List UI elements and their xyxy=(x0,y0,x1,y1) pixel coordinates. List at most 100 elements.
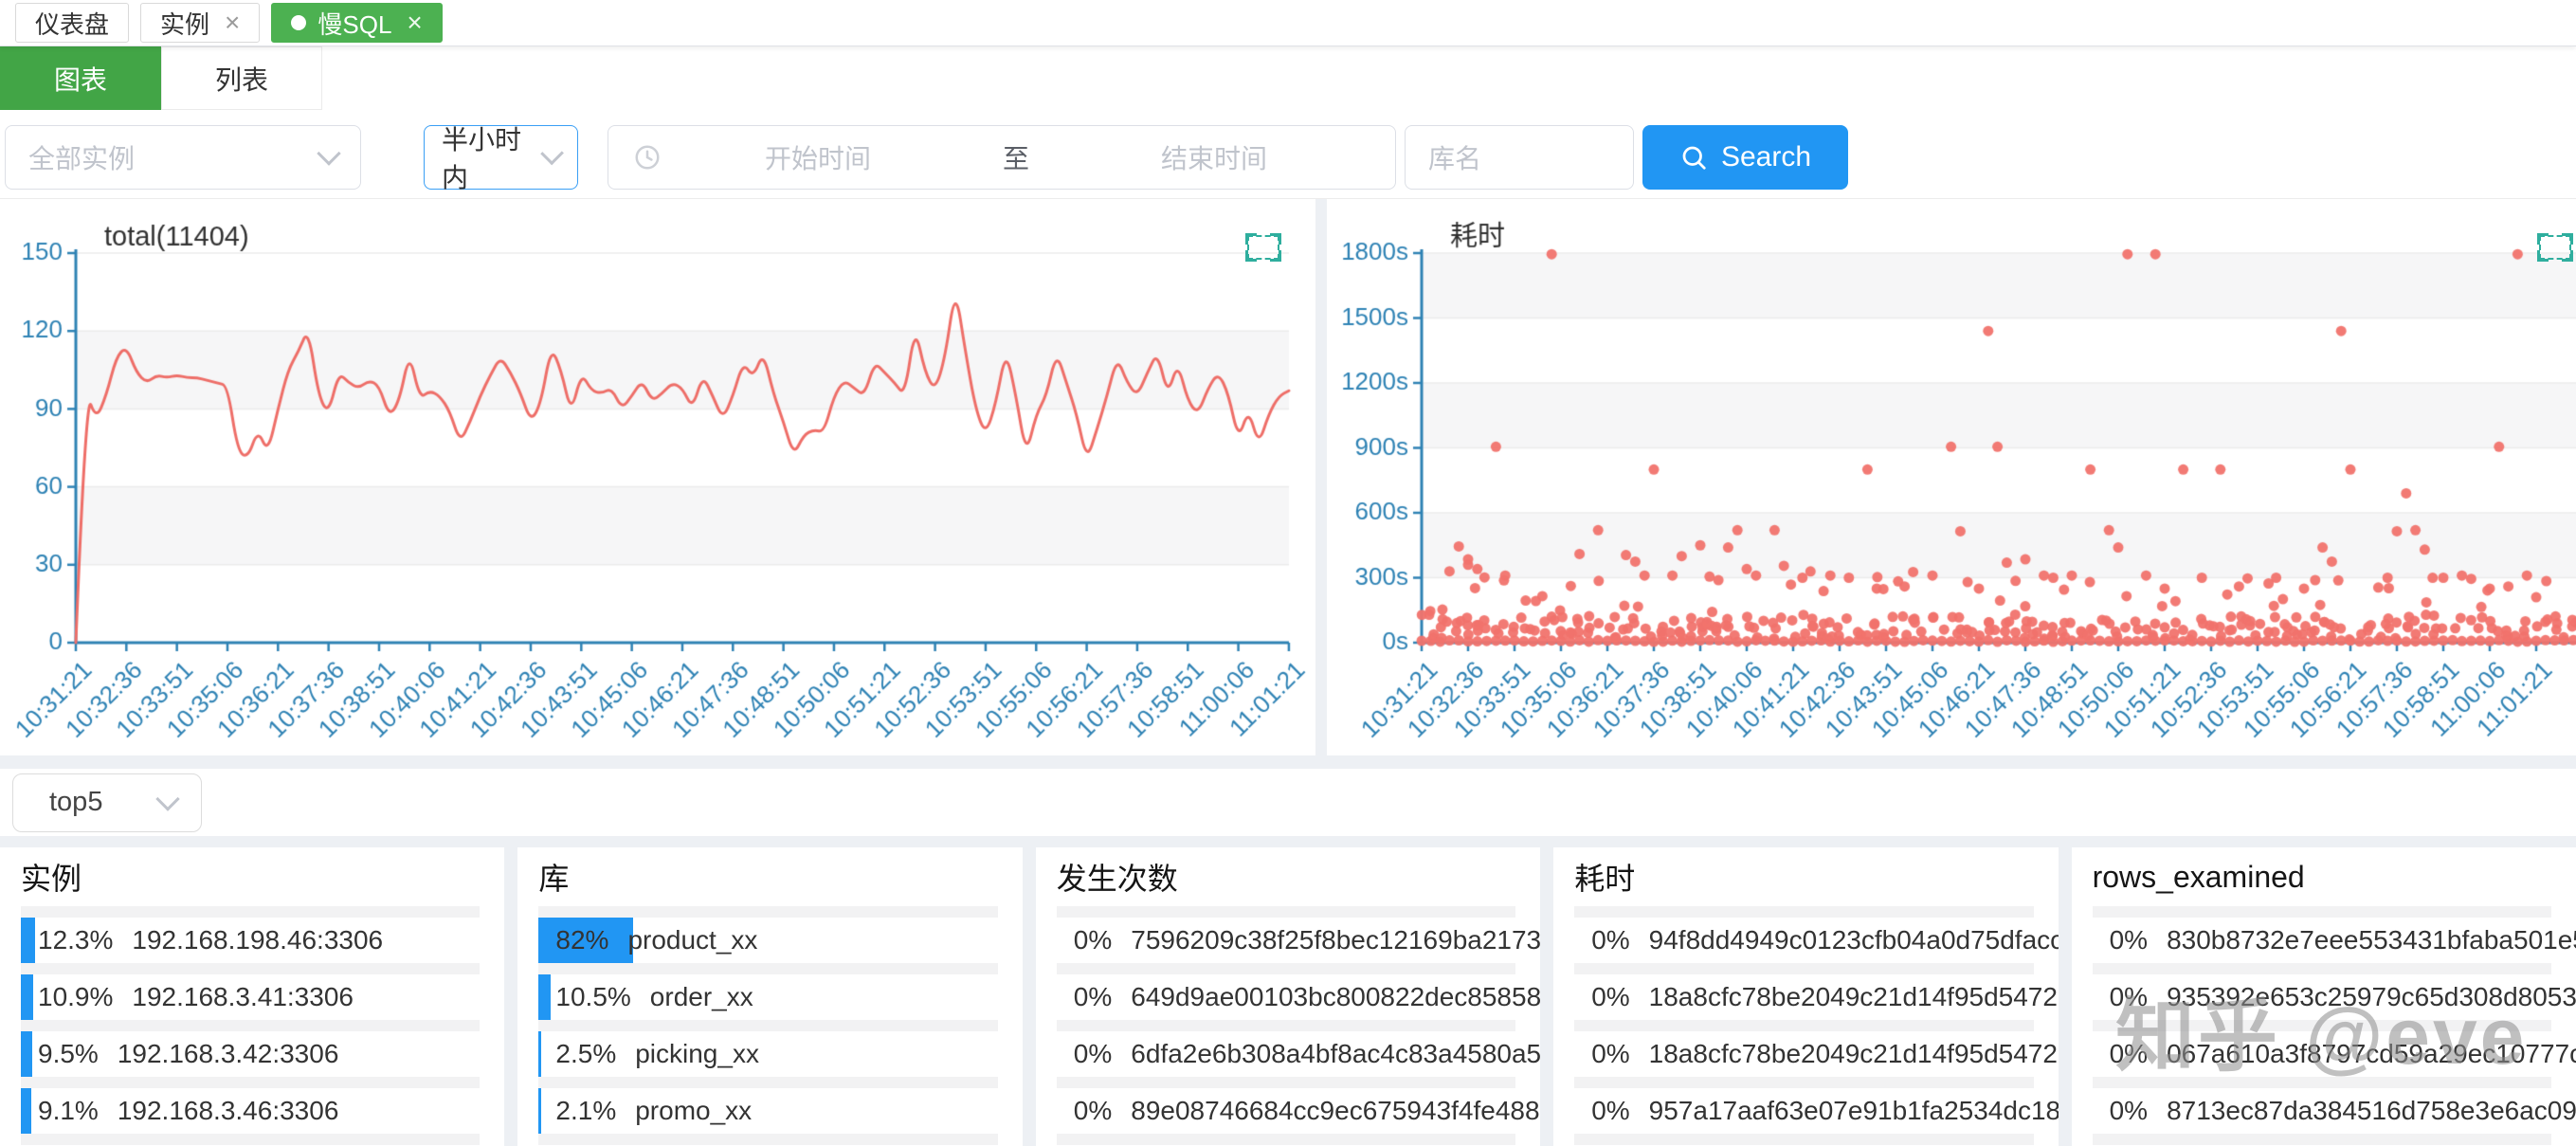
stat-column: 发生次数0%7596209c38f25f8bec12169ba2173fa40%… xyxy=(1036,847,1540,1146)
chevron-down-icon xyxy=(317,141,340,165)
stat-item-value: 8713ec87da384516d758e3e6ac09086d xyxy=(2167,1096,2576,1126)
top-tab-bar: 仪表盘 实例 × 慢SQL × xyxy=(0,0,2576,46)
clock-icon xyxy=(633,143,662,172)
stat-item-value: 7596209c38f25f8bec12169ba2173fa4 xyxy=(1131,925,1540,955)
top5-select[interactable]: top5 xyxy=(12,773,202,832)
row-separator xyxy=(1574,906,2033,918)
stat-item: 0%935392e653c25979c65d308d805309e4 xyxy=(2093,974,2551,1020)
search-button[interactable]: Search xyxy=(1642,125,1848,190)
box-select-icon[interactable] xyxy=(2539,235,2571,260)
end-time-input[interactable]: 结束时间 xyxy=(1058,138,1370,176)
stat-item-value: 830b8732e7eee553431bfaba501e524e xyxy=(2167,925,2576,955)
view-tabs: 图表 列表 xyxy=(0,46,2576,116)
stat-item-percent: 0% xyxy=(1074,925,1112,955)
stat-item-percent: 0% xyxy=(1074,1096,1112,1126)
stat-item-value: 94f8dd4949c0123cfb04a0d75dfacc82 xyxy=(1649,925,2059,955)
row-separator xyxy=(538,906,997,918)
stat-item: 0%7596209c38f25f8bec12169ba2173fa4 xyxy=(1057,918,1515,963)
row-separator xyxy=(2093,906,2551,918)
datetime-range-picker[interactable]: 开始时间 至 结束时间 xyxy=(608,125,1396,190)
tab-dashboard-label: 仪表盘 xyxy=(35,6,109,41)
row-separator xyxy=(2093,963,2551,974)
percentage-bar xyxy=(21,1031,32,1077)
stat-item-value: 6dfa2e6b308a4bf8ac4c83a4580a540d xyxy=(1131,1039,1540,1069)
stat-item: 9.5%192.168.3.42:3306 xyxy=(21,1031,480,1077)
section-divider xyxy=(0,836,2576,847)
row-separator xyxy=(1574,1134,2033,1145)
total-line-chart[interactable] xyxy=(0,199,1315,755)
close-icon[interactable]: × xyxy=(407,9,422,36)
stat-item-percent: 0% xyxy=(1591,925,1629,955)
stat-item-percent: 0% xyxy=(2110,925,2148,955)
stat-item-percent: 0% xyxy=(2110,982,2148,1012)
stat-item-value: 18a8cfc78be2049c21d14f95d54722b2 xyxy=(1649,982,2059,1012)
charts-section xyxy=(0,198,2576,755)
tab-slow-sql-label: 慢SQL xyxy=(317,6,391,41)
database-name-input[interactable]: 库名 xyxy=(1405,125,1634,190)
instance-select-placeholder: 全部实例 xyxy=(28,138,135,176)
stat-item: 0%8713ec87da384516d758e3e6ac09086d xyxy=(2093,1088,2551,1134)
stat-item: 0%830b8732e7eee553431bfaba501e524e xyxy=(2093,918,2551,963)
row-separator xyxy=(21,963,480,974)
tab-instance[interactable]: 实例 × xyxy=(140,3,260,43)
row-separator xyxy=(21,1020,480,1031)
stat-column: 耗时0%94f8dd4949c0123cfb04a0d75dfacc820%18… xyxy=(1553,847,2058,1146)
start-time-input[interactable]: 开始时间 xyxy=(662,138,974,176)
search-button-label: Search xyxy=(1721,141,1811,173)
instance-select[interactable]: 全部实例 xyxy=(5,125,361,190)
box-select-icon[interactable] xyxy=(1247,235,1279,260)
stat-item-percent: 9.5% xyxy=(38,1039,99,1069)
stat-column: rows_examined0%830b8732e7eee553431bfaba5… xyxy=(2072,847,2576,1146)
stat-item-value: 192.168.3.41:3306 xyxy=(132,982,354,1012)
chevron-down-icon xyxy=(155,787,179,810)
duration-chart-card xyxy=(1327,199,2576,755)
stat-column-header: rows_examined xyxy=(2093,847,2551,906)
stat-item-percent: 10.9% xyxy=(38,982,113,1012)
top5-row: top5 xyxy=(0,769,2576,836)
stat-item-value: 192.168.3.46:3306 xyxy=(118,1096,339,1126)
percentage-bar xyxy=(538,1031,541,1077)
time-range-select[interactable]: 半小时内 xyxy=(424,125,578,190)
stat-column: 库82%product_xx10.5%order_xx2.5%picking_x… xyxy=(517,847,1022,1146)
filter-bar: 全部实例 半小时内 开始时间 至 结束时间 库名 Search xyxy=(0,116,2576,198)
stat-item: 0%18a8cfc78be2049c21d14f95d54722b2 xyxy=(1574,974,2033,1020)
stat-item-percent: 0% xyxy=(1074,1039,1112,1069)
stat-item-percent: 0% xyxy=(1591,1039,1629,1069)
stat-column: 实例12.3%192.168.198.46:330610.9%192.168.3… xyxy=(0,847,504,1146)
stat-item-value: promo_xx xyxy=(635,1096,752,1126)
stat-item: 0%067a610a3f8797cd59a29ec10777c6e4 xyxy=(2093,1031,2551,1077)
stat-item-value: 18a8cfc78be2049c21d14f95d54722b2 xyxy=(1649,1039,2059,1069)
stat-item-percent: 2.5% xyxy=(555,1039,616,1069)
stat-item-value: 935392e653c25979c65d308d805309e4 xyxy=(2167,982,2576,1012)
stat-item: 0%94f8dd4949c0123cfb04a0d75dfacc82 xyxy=(1574,918,2033,963)
stat-item: 9.1% 192.168.3.46:3306 xyxy=(21,1088,480,1134)
stat-item: 2.5%picking_xx xyxy=(538,1031,997,1077)
stat-item-percent: 2.1% xyxy=(555,1096,616,1126)
row-separator xyxy=(1057,906,1515,918)
row-separator xyxy=(1057,1134,1515,1145)
stat-item-value: order_xx xyxy=(650,982,753,1012)
row-separator xyxy=(21,1077,480,1088)
search-icon xyxy=(1679,143,1708,172)
row-separator xyxy=(1574,963,2033,974)
tab-chart-view[interactable]: 图表 xyxy=(0,46,161,110)
stat-item-percent: 0% xyxy=(2110,1039,2148,1069)
stat-item-value: 649d9ae00103bc800822dec8585839ad xyxy=(1131,982,1540,1012)
stat-item-percent: 9.1% xyxy=(38,1096,99,1126)
row-separator xyxy=(21,1134,480,1145)
range-separator-label: 至 xyxy=(1003,138,1029,176)
stat-item: 82%product_xx xyxy=(538,918,997,963)
tab-slow-sql[interactable]: 慢SQL × xyxy=(271,3,442,43)
row-separator xyxy=(1574,1077,2033,1088)
stat-item-percent: 0% xyxy=(2110,1096,2148,1126)
stat-column-header: 实例 xyxy=(21,847,480,906)
row-separator xyxy=(1057,963,1515,974)
stat-item: 0%18a8cfc78be2049c21d14f95d54722b2 xyxy=(1574,1031,2033,1077)
stat-item: 0%957a17aaf63e07e91b1fa2534dc18cd6 xyxy=(1574,1088,2033,1134)
duration-scatter-chart[interactable] xyxy=(1327,199,2576,755)
tab-instance-label: 实例 xyxy=(160,6,209,41)
close-icon[interactable]: × xyxy=(225,9,240,36)
active-dot-icon xyxy=(291,15,306,30)
tab-list-view[interactable]: 列表 xyxy=(161,46,322,110)
tab-dashboard[interactable]: 仪表盘 xyxy=(15,3,129,43)
